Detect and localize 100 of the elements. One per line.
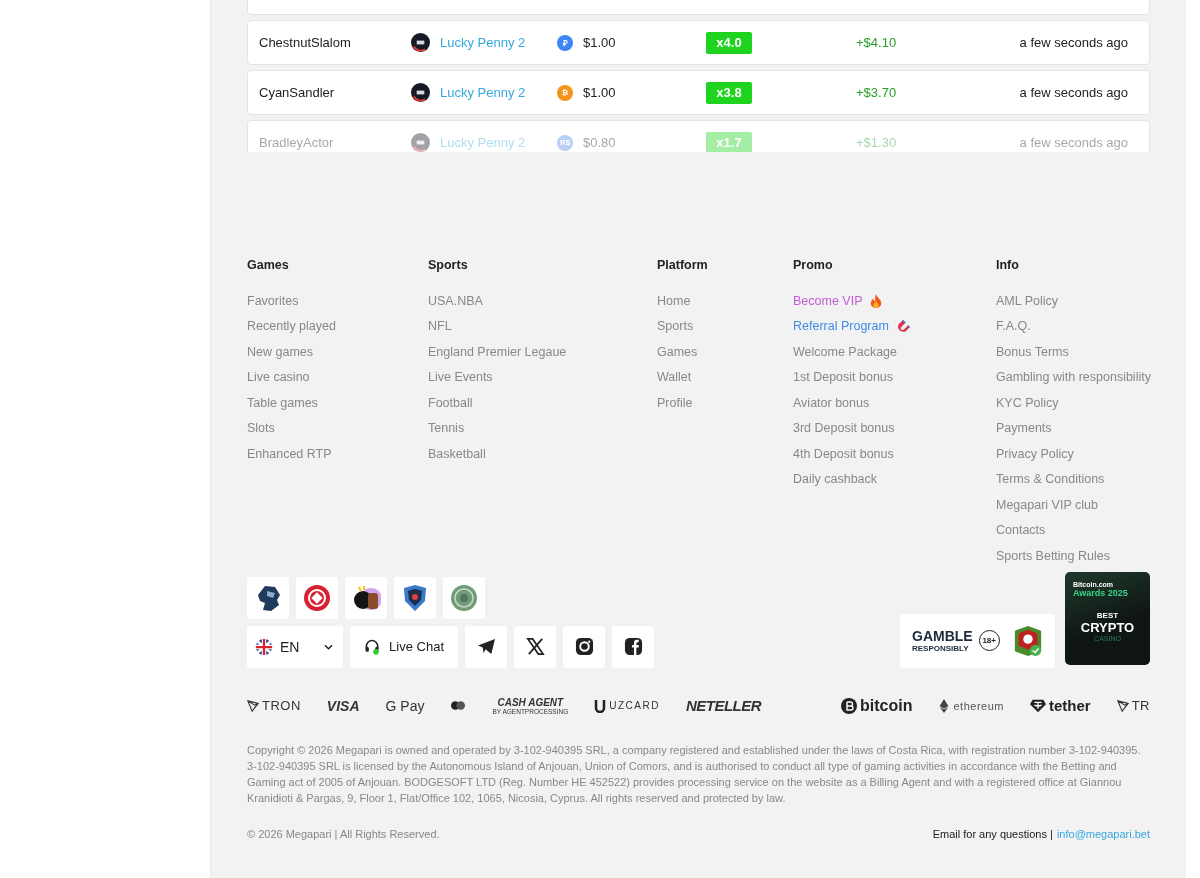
footer-link[interactable]: Sports Betting Rules (996, 548, 1110, 563)
multiplier-badge: x4.0 (706, 31, 752, 54)
badge-subtitle: RESPONSIBLY (912, 643, 970, 653)
footer-link[interactable]: Basketball (428, 446, 486, 461)
footer-link[interactable]: Profile (657, 395, 693, 410)
payment-logo: G Pay (385, 697, 425, 714)
email-link[interactable]: info@megapari.bet (1056, 827, 1150, 840)
coin-icon (449, 582, 479, 613)
x-logo-icon (525, 637, 545, 656)
footer-link[interactable]: England Premier Legaue (428, 344, 567, 359)
social-button[interactable] (465, 625, 507, 668)
flag-icon (255, 637, 273, 656)
footer-link[interactable]: Bonus Terms (996, 344, 1069, 359)
badge-title: GAMBLE (912, 628, 973, 644)
gamble-responsibly-badge[interactable]: GAMBLE RESPONSIBLY 18+ (900, 613, 1055, 668)
player-name: ChestnutSlalom (259, 35, 352, 50)
provider-tile[interactable] (247, 576, 289, 619)
social-button[interactable] (563, 625, 605, 668)
footer-link[interactable]: Home (657, 293, 691, 308)
footer-link[interactable]: Favorites (247, 293, 299, 308)
footer-heading: Platform (657, 258, 709, 274)
footer-link[interactable]: 1st Deposit bonus (793, 370, 894, 385)
bet-time: a few seconds ago (1019, 85, 1128, 100)
footer-link[interactable]: Live Events (428, 370, 493, 385)
bet-amount: $1.00 (583, 35, 616, 50)
provider-tile[interactable] (296, 576, 338, 619)
bet-time: a few seconds ago (1019, 135, 1128, 150)
social-button[interactable] (514, 625, 556, 668)
footer-link[interactable]: USA.NBA (428, 293, 483, 308)
footer-link[interactable]: Contacts (996, 523, 1046, 538)
footer-link[interactable]: Live casino (247, 370, 310, 385)
provider-tile[interactable] (345, 576, 387, 619)
footer-link[interactable]: Privacy Policy (996, 446, 1074, 461)
social-button[interactable] (612, 625, 654, 668)
triangle-icon (1116, 698, 1129, 713)
payment-logo: VISA (326, 697, 360, 714)
triangle-icon (247, 698, 259, 713)
payment-logo: bitcoin (841, 696, 913, 715)
footer-link[interactable]: Daily cashback (793, 472, 878, 487)
footer-link[interactable]: Payments (996, 421, 1052, 436)
footer-link[interactable]: Terms & Conditions (996, 472, 1105, 487)
footer-heading: Games (247, 258, 290, 274)
game-link[interactable]: Lucky Penny 2 (440, 85, 526, 100)
player-name: BradleyActor (259, 135, 335, 150)
footer-link[interactable]: KYC Policy (996, 395, 1059, 410)
footer-link[interactable]: 4th Deposit bonus (793, 446, 894, 461)
mastercard-logo (450, 699, 467, 712)
license-seal-icon (1013, 624, 1043, 657)
provider-tile[interactable] (394, 576, 436, 619)
footer-link[interactable]: Sports (657, 319, 694, 334)
footer-link[interactable]: Tennis (428, 421, 465, 436)
game-thumbnail-icon (411, 83, 430, 102)
rights-text: © 2026 Megapari | All Rights Reserved. (247, 827, 440, 840)
language-select[interactable]: EN (247, 625, 343, 668)
footer-link[interactable]: Welcome Package (793, 344, 897, 359)
game-link[interactable]: Lucky Penny 2 (440, 35, 526, 50)
payment-logo: UZCARD (594, 698, 660, 713)
tether-icon (1029, 697, 1046, 714)
footer-heading: Promo (793, 258, 834, 274)
footer-link[interactable]: New games (247, 344, 313, 359)
magnet-icon (895, 319, 910, 334)
bet-amount: $0.80 (583, 135, 616, 150)
footer-link[interactable]: Games (657, 344, 698, 359)
payment-logo: NETELLER (685, 697, 762, 714)
live-chat-button[interactable]: Live Chat (350, 625, 458, 668)
bitcoin-icon (841, 697, 858, 714)
footer-link[interactable]: Aviator bonus (793, 395, 870, 410)
footer-link[interactable]: Become VIP (793, 293, 863, 308)
footer-link[interactable]: 3rd Deposit bonus (793, 421, 895, 436)
award-line: CRYPTO (1079, 619, 1136, 635)
paper-plane-icon (476, 637, 496, 656)
currency-icon: ₿ (557, 84, 573, 101)
game-thumbnail-icon (411, 133, 430, 152)
diamond-icon (938, 698, 951, 713)
footer-link[interactable]: NFL (428, 319, 452, 334)
footer-link[interactable]: Gambling with responsibility (996, 370, 1151, 385)
footer-link[interactable]: Football (428, 395, 473, 410)
footer-link[interactable]: Slots (247, 421, 275, 436)
currency-icon: R$ (557, 134, 573, 151)
facebook-icon (623, 637, 643, 656)
footer-link[interactable]: Table games (247, 395, 318, 410)
payout-amount: +$1.30 (856, 135, 898, 150)
payment-logo: TR (1116, 698, 1150, 713)
copyright-text: Copyright © 2026 Megapari is owned and operated by 3-102-940395 SRL, a company registered and established under the laws of Costa Rica, with registration number 3-102-940395. 3-102-940395 SRL is licensed by the Autonomous Island of Anjouan, Union of Comors, and is authorised to conduct all type of gaming activities in accordance with the Betting and Gaming act of 2005 of Anjouan. BODGESOFT LTD (Reg. Number HE 452522) provides processing service on the website as a Billing Agent and with a registered office at Giannou Kranidioti & Pargas, 9, Floor 1, Flat/Office 102, 1065, Nicosia, Cyprus. All rights reserved and protected by law. (247, 742, 1142, 806)
footer-link[interactable]: Wallet (657, 370, 692, 385)
u-mark-icon (594, 698, 607, 713)
footer-link[interactable]: Megapari VIP club (996, 497, 1098, 512)
multiplier-badge: x3.8 (706, 81, 752, 104)
footer-link[interactable]: Recently played (247, 319, 336, 334)
footer-link[interactable]: F.A.Q. (996, 319, 1031, 334)
camera-icon (574, 637, 594, 656)
footer-link[interactable]: Referral Program (793, 319, 889, 334)
footer-link[interactable]: Enhanced RTP (247, 446, 332, 461)
payment-logo: ethereum (938, 698, 1004, 713)
poker-chip-icon (302, 582, 332, 613)
footer-link[interactable]: AML Policy (996, 293, 1059, 308)
payout-amount: +$4.10 (856, 35, 898, 50)
multiplier-badge: x1.7 (706, 131, 752, 152)
footer-heading: Info (996, 258, 1020, 274)
provider-tile[interactable] (443, 576, 485, 619)
